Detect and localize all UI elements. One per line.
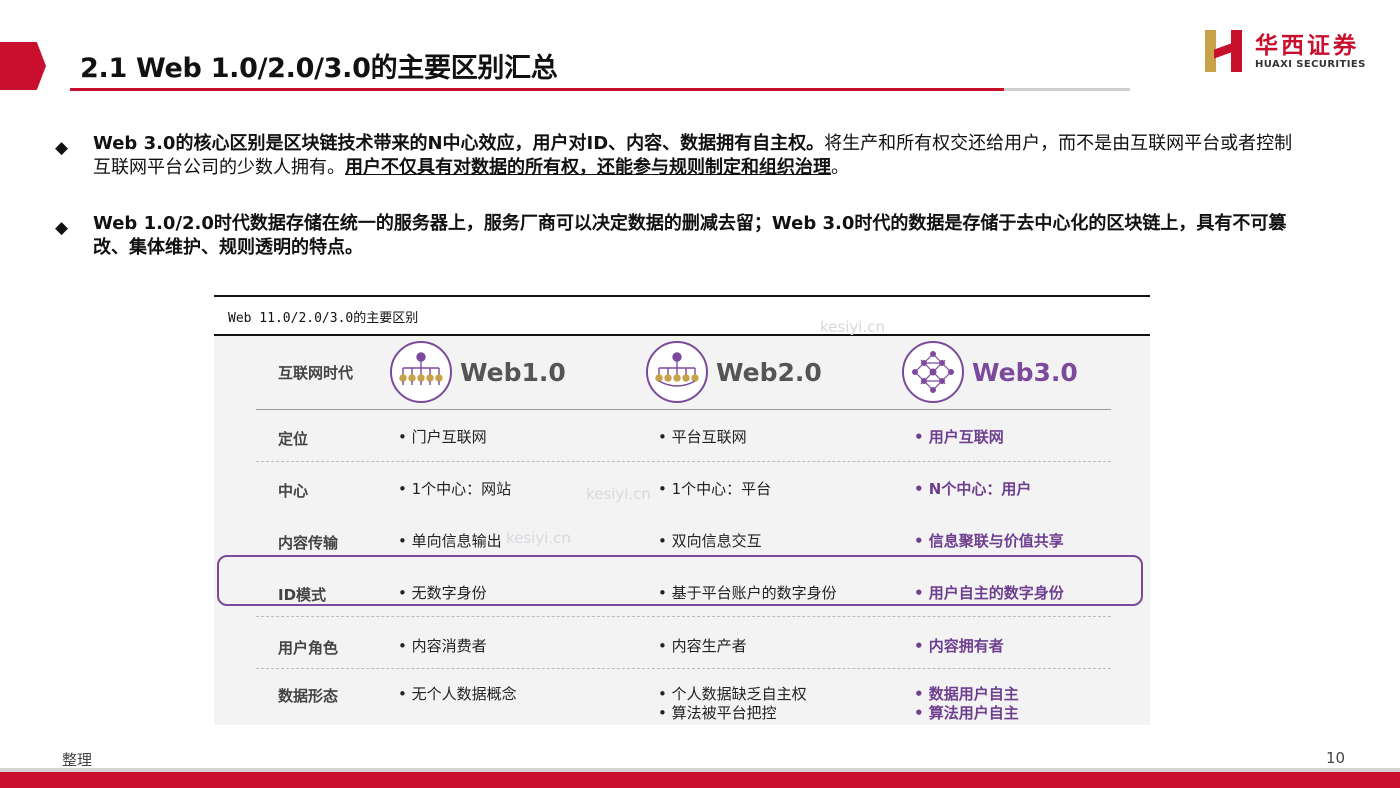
cell-web2: • 内容生产者 xyxy=(658,637,747,655)
bullet-item: ◆ Web 1.0/2.0时代数据存储在统一的服务器上，服务厂商可以决定数据的删… xyxy=(55,212,1310,260)
cell-web1: • 1个中心：网站 xyxy=(398,480,512,498)
title-accent-tab xyxy=(0,42,46,90)
cell-web3: • 信息聚联与价值共享 xyxy=(914,532,1064,550)
row-divider xyxy=(256,616,1111,617)
mesh-network-icon xyxy=(902,341,964,403)
row-label-user-role: 用户角色 xyxy=(278,639,339,657)
title-underline xyxy=(70,88,1004,91)
cell-web3: • 用户自主的数字身份 xyxy=(914,584,1064,602)
cell-web1: • 无个人数据概念 xyxy=(398,685,517,703)
era-web2: Web2.0 xyxy=(646,341,822,403)
row-divider xyxy=(256,461,1111,462)
row-label-data-form: 数据形态 xyxy=(278,687,339,705)
title-underline-gray xyxy=(1004,88,1130,91)
row-divider xyxy=(256,668,1111,669)
header-divider xyxy=(256,409,1111,410)
cell-web1: • 内容消费者 xyxy=(398,637,487,655)
cell-web1: • 无数字身份 xyxy=(398,584,487,602)
cell-web3: • N个中心：用户 xyxy=(914,480,1032,498)
era-header-label: 互联网时代 xyxy=(278,364,354,382)
diamond-bullet-icon: ◆ xyxy=(55,218,69,238)
bullet-underline-text: 用户不仅具有对数据的所有权，还能参与规则制定和组织治理 xyxy=(345,157,831,178)
cell-web3: • 用户互联网 xyxy=(914,428,1004,446)
bullet-bold-text: Web 1.0/2.0时代数据存储在统一的服务器上，服务厂商可以决定数据的删减去… xyxy=(93,213,1287,258)
cell-web2: • 个人数据缺乏自主权 xyxy=(658,685,807,703)
row-label-content-transfer: 内容传输 xyxy=(278,534,339,552)
cell-web1: • 单向信息输出 xyxy=(398,532,502,550)
company-logo: 华西证券 HUAXI SECURITIES xyxy=(1205,30,1366,72)
figure-caption: Web 11.0/2.0/3.0的主要区别 xyxy=(228,311,419,326)
cell-web3-line2: • 算法用户自主 xyxy=(914,704,1019,722)
era-name-web3: Web3.0 xyxy=(972,357,1078,387)
footer-red-bar xyxy=(0,772,1400,788)
logo-chinese-name: 华西证券 xyxy=(1255,32,1359,59)
row-label-positioning: 定位 xyxy=(278,430,309,448)
page-number: 10 xyxy=(1326,749,1346,767)
cell-web2: • 双向信息交互 xyxy=(658,532,762,550)
page-title: 2.1 Web 1.0/2.0/3.0的主要区别汇总 xyxy=(80,53,558,84)
logo-mark-icon xyxy=(1205,30,1245,72)
era-name-web2: Web2.0 xyxy=(716,357,822,387)
bullet-list: ◆ Web 3.0的核心区别是区块链技术带来的N中心效应，用户对ID、内容、数据… xyxy=(55,132,1310,292)
watermark-text: kesiyi.cn xyxy=(586,485,651,503)
diamond-bullet-icon: ◆ xyxy=(55,138,69,158)
logo-english-name: HUAXI SECURITIES xyxy=(1255,58,1366,70)
era-name-web1: Web1.0 xyxy=(460,357,566,387)
bullet-end-text: 。 xyxy=(831,157,849,178)
watermark-text: kesiyi.cn xyxy=(506,529,571,547)
cell-web2: • 基于平台账户的数字身份 xyxy=(658,584,837,602)
bullet-item: ◆ Web 3.0的核心区别是区块链技术带来的N中心效应，用户对ID、内容、数据… xyxy=(55,132,1310,180)
row-label-id-mode: ID模式 xyxy=(278,586,327,604)
cell-web1: • 门户互联网 xyxy=(398,428,487,446)
cell-web2-line2: • 算法被平台把控 xyxy=(658,704,777,722)
cell-web2: • 平台互联网 xyxy=(658,428,747,446)
bullet-bold-text: Web 3.0的核心区别是区块链技术带来的N中心效应，用户对ID、内容、数据拥有… xyxy=(93,133,825,154)
cell-web3: • 数据用户自主 xyxy=(914,685,1019,703)
platform-network-icon xyxy=(646,341,708,403)
comparison-figure: Web 11.0/2.0/3.0的主要区别 kesiyi.cn kesiyi.c… xyxy=(214,295,1150,725)
source-note: 整理 xyxy=(62,751,93,769)
era-web3: Web3.0 xyxy=(902,341,1078,403)
era-web1: Web1.0 xyxy=(390,341,566,403)
figure-top-rule xyxy=(214,295,1150,297)
comparison-table: kesiyi.cn kesiyi.cn kesiyi.cn 互联网时代 Web1… xyxy=(214,318,1150,725)
hierarchy-network-icon xyxy=(390,341,452,403)
row-label-center: 中心 xyxy=(278,482,309,500)
cell-web3: • 内容拥有者 xyxy=(914,637,1004,655)
watermark-text: kesiyi.cn xyxy=(820,318,885,336)
cell-web2: • 1个中心：平台 xyxy=(658,480,772,498)
